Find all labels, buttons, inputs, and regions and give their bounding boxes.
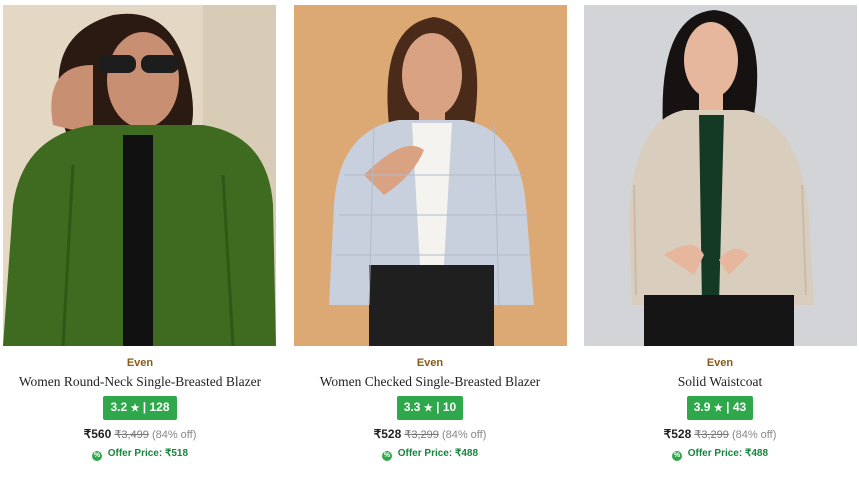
selling-price: ₹528 bbox=[373, 427, 402, 441]
product-image[interactable] bbox=[3, 5, 276, 346]
rating-separator: | bbox=[436, 400, 440, 414]
offer-price-row: % Offer Price: ₹488 bbox=[580, 448, 859, 461]
product-image[interactable] bbox=[294, 5, 567, 346]
discount-percent: (84% off) bbox=[151, 429, 197, 441]
selling-price: ₹560 bbox=[83, 427, 112, 441]
rating-separator: | bbox=[726, 400, 730, 414]
offer-tag-icon: % bbox=[91, 451, 102, 461]
offer-tag-icon: % bbox=[381, 451, 392, 461]
offer-price: ₹488 bbox=[744, 448, 769, 459]
rating-count: 128 bbox=[149, 400, 170, 414]
price-row: ₹528 ₹3,299 (84% off) bbox=[290, 427, 570, 441]
product-image[interactable] bbox=[584, 5, 857, 346]
rating-badge: 3.3 ★ | 10 bbox=[396, 396, 464, 420]
selling-price: ₹528 bbox=[663, 427, 692, 441]
rating-separator: | bbox=[142, 400, 147, 414]
offer-label: Offer Price: bbox=[107, 448, 163, 459]
offer-price-row: % Offer Price: ₹488 bbox=[290, 448, 570, 461]
rating-value: 3.2 bbox=[110, 400, 128, 414]
brand-name: Even bbox=[416, 357, 444, 369]
product-card[interactable]: Even Solid Waistcoat 3.9 ★ | 43 ₹528 ₹3,… bbox=[580, 0, 859, 483]
discount-percent: (84% off) bbox=[731, 429, 777, 441]
rating-row: 3.2 ★ | 128 bbox=[0, 396, 280, 420]
offer-price: ₹518 bbox=[164, 448, 189, 459]
rating-row: 3.3 ★ | 10 bbox=[290, 396, 570, 420]
price-row: ₹560 ₹3,499 (84% off) bbox=[0, 427, 280, 441]
rating-badge: 3.9 ★ | 43 bbox=[686, 396, 754, 420]
offer-price: ₹488 bbox=[454, 448, 479, 459]
brand-name: Even bbox=[126, 357, 154, 369]
rating-value: 3.9 bbox=[693, 400, 711, 414]
offer-tag-icon: % bbox=[671, 451, 682, 461]
rating-row: 3.9 ★ | 43 bbox=[580, 396, 859, 420]
star-icon: ★ bbox=[423, 403, 433, 414]
product-card[interactable]: Even Women Checked Single-Breasted Blaze… bbox=[290, 0, 580, 483]
discount-percent: (84% off) bbox=[441, 429, 487, 441]
rating-value: 3.3 bbox=[403, 400, 421, 414]
star-icon: ★ bbox=[713, 403, 723, 414]
mrp-price: ₹3,299 bbox=[694, 429, 729, 441]
brand-name: Even bbox=[706, 357, 734, 369]
offer-label: Offer Price: bbox=[397, 448, 453, 459]
rating-count: 43 bbox=[732, 400, 747, 414]
mrp-price: ₹3,299 bbox=[404, 429, 439, 441]
product-title[interactable]: Women Round-Neck Single-Breasted Blazer bbox=[0, 374, 280, 390]
offer-label: Offer Price: bbox=[687, 448, 743, 459]
product-title[interactable]: Women Checked Single-Breasted Blazer bbox=[290, 374, 570, 390]
rating-count: 10 bbox=[442, 400, 457, 414]
rating-badge: 3.2 ★ | 128 bbox=[103, 396, 177, 420]
product-card[interactable]: Even Women Round-Neck Single-Breasted Bl… bbox=[0, 0, 290, 483]
price-row: ₹528 ₹3,299 (84% off) bbox=[580, 427, 859, 441]
product-grid: Even Women Round-Neck Single-Breasted Bl… bbox=[0, 0, 859, 483]
offer-price-row: % Offer Price: ₹518 bbox=[0, 448, 280, 461]
mrp-price: ₹3,499 bbox=[114, 429, 149, 441]
star-icon: ★ bbox=[130, 403, 140, 414]
product-title[interactable]: Solid Waistcoat bbox=[580, 374, 859, 390]
